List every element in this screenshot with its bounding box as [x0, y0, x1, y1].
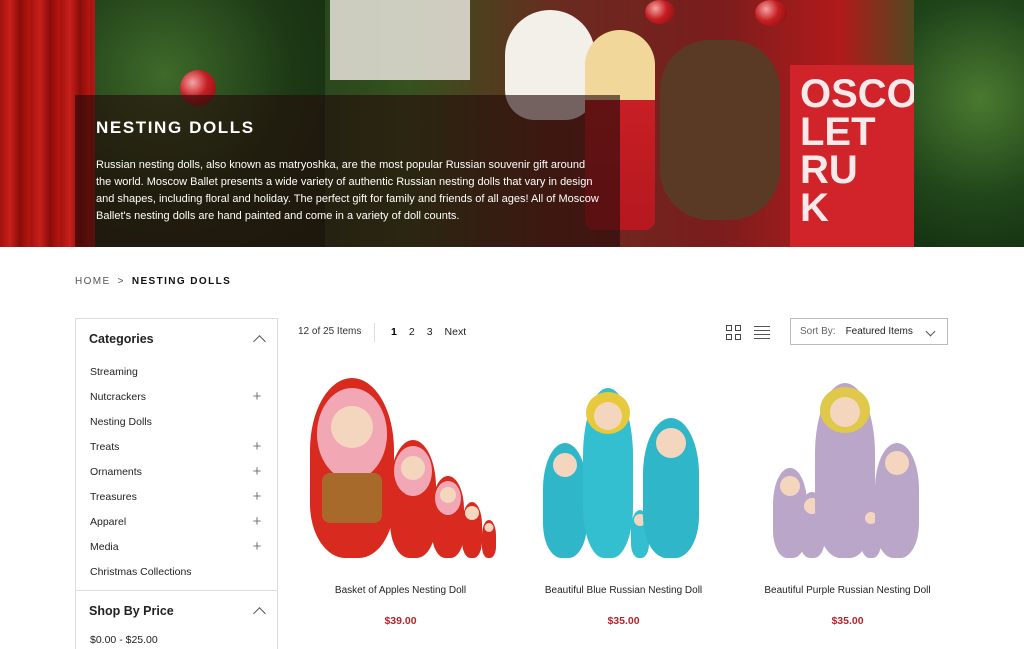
list-view-icon[interactable]	[754, 326, 770, 339]
nesting-doll-graphic	[390, 440, 436, 558]
product-price: $35.00	[831, 615, 864, 627]
next-page-link[interactable]: Next	[445, 326, 467, 338]
nesting-doll-graphic	[462, 502, 482, 558]
product-toolbar: 12 of 25 Items 1 2 3 Next Sort By: Featu…	[298, 318, 950, 347]
product-card[interactable]: Beautiful Purple Russian Nesting Doll $3…	[745, 375, 950, 627]
pagination: 1 2 3 Next	[391, 326, 466, 338]
sidebar-item-label: Treasures	[90, 490, 137, 503]
expand-plus-icon[interactable]: +	[251, 539, 263, 554]
sidebar-item-label: Apparel	[90, 515, 127, 528]
page-title: NESTING DOLLS	[96, 118, 255, 137]
page-3-link[interactable]: 3	[427, 326, 433, 338]
hero-banner: OSCOW LET RU K NESTING DOLLS Russian nestin…	[0, 0, 1024, 247]
page-1-link[interactable]: 1	[391, 326, 397, 338]
toolbar-divider	[374, 323, 375, 342]
sidebar-item-christmas-collections[interactable]: Christmas Collections	[76, 559, 277, 584]
sidebar-item-label: Christmas Collections	[90, 565, 192, 578]
ornament-graphic	[645, 0, 675, 24]
price-title: Shop By Price	[89, 604, 174, 618]
chevron-up-icon[interactable]	[253, 335, 266, 348]
expand-plus-icon[interactable]: +	[251, 464, 263, 479]
sidebar-item-media[interactable]: Media +	[76, 534, 277, 559]
breadcrumb: HOME > NESTING DOLLS	[75, 276, 231, 287]
sidebar-item-nesting-dolls[interactable]: Nesting Dolls	[76, 409, 277, 434]
brown-bear-graphic	[660, 40, 780, 220]
nesting-doll-graphic	[482, 520, 496, 558]
nesting-doll-graphic	[875, 443, 919, 558]
sidebar-item-treats[interactable]: Treats +	[76, 434, 277, 459]
grid-view-icon[interactable]	[726, 325, 741, 340]
nesting-doll-graphic	[643, 418, 699, 558]
page-description: Russian nesting dolls, also known as mat…	[96, 159, 599, 222]
categories-title: Categories	[89, 332, 154, 346]
category-list: Streaming Nutcrackers + Nesting Dolls Tr…	[76, 359, 277, 584]
item-count: 12 of 25 Items	[298, 326, 362, 337]
sort-label: Sort By:	[800, 326, 836, 337]
expand-plus-icon[interactable]: +	[251, 514, 263, 529]
ornament-graphic	[755, 0, 787, 26]
sort-value: Featured Items	[845, 326, 913, 337]
expand-plus-icon[interactable]: +	[251, 389, 263, 404]
sidebar-item-label: Streaming	[90, 365, 138, 378]
sidebar-item-label: Treats	[90, 440, 120, 453]
expand-plus-icon[interactable]: +	[251, 439, 263, 454]
sidebar-filters: Categories Streaming Nutcrackers + Nesti…	[75, 318, 278, 649]
product-image[interactable]	[298, 375, 503, 570]
page-2-link[interactable]: 2	[409, 326, 415, 338]
nesting-doll-graphic	[432, 476, 464, 558]
chevron-down-icon	[925, 326, 936, 337]
product-card[interactable]: Basket of Apples Nesting Doll $39.00	[298, 375, 503, 627]
expand-plus-icon[interactable]: +	[251, 489, 263, 504]
sidebar-item-label: Ornaments	[90, 465, 142, 478]
sidebar-item-label: Nesting Dolls	[90, 415, 152, 428]
breadcrumb-separator: >	[117, 276, 125, 287]
nesting-doll-graphic	[543, 443, 587, 558]
product-name[interactable]: Basket of Apples Nesting Doll	[298, 585, 503, 596]
product-image[interactable]	[745, 375, 950, 570]
nesting-doll-graphic	[310, 378, 394, 558]
nesting-doll-graphic	[583, 388, 633, 558]
product-name[interactable]: Beautiful Blue Russian Nesting Doll	[521, 585, 726, 596]
price-range-option[interactable]: $0.00 - $25.00	[76, 631, 277, 649]
breadcrumb-current: NESTING DOLLS	[131, 276, 232, 287]
product-image[interactable]	[521, 375, 726, 570]
sidebar-item-treasures[interactable]: Treasures +	[76, 484, 277, 509]
product-name[interactable]: Beautiful Purple Russian Nesting Doll	[745, 585, 950, 596]
sidebar-item-streaming[interactable]: Streaming	[76, 359, 277, 384]
christmas-tree-graphic	[914, 0, 1024, 247]
gift-box-graphic	[330, 0, 470, 80]
sidebar-item-nutcrackers[interactable]: Nutcrackers +	[76, 384, 277, 409]
sidebar-item-ornaments[interactable]: Ornaments +	[76, 459, 277, 484]
sidebar-item-label: Media	[90, 540, 119, 553]
chevron-up-icon[interactable]	[253, 607, 266, 620]
product-price: $39.00	[384, 615, 417, 627]
categories-header[interactable]: Categories	[76, 319, 277, 359]
product-price: $35.00	[607, 615, 640, 627]
sidebar-item-label: Nutcrackers	[90, 390, 147, 403]
breadcrumb-home-link[interactable]: HOME	[75, 276, 111, 287]
price-header[interactable]: Shop By Price	[76, 591, 277, 631]
sidebar-item-apparel[interactable]: Apparel +	[76, 509, 277, 534]
product-card[interactable]: Beautiful Blue Russian Nesting Doll $35.…	[521, 375, 726, 627]
sort-dropdown[interactable]: Sort By: Featured Items	[790, 318, 948, 345]
